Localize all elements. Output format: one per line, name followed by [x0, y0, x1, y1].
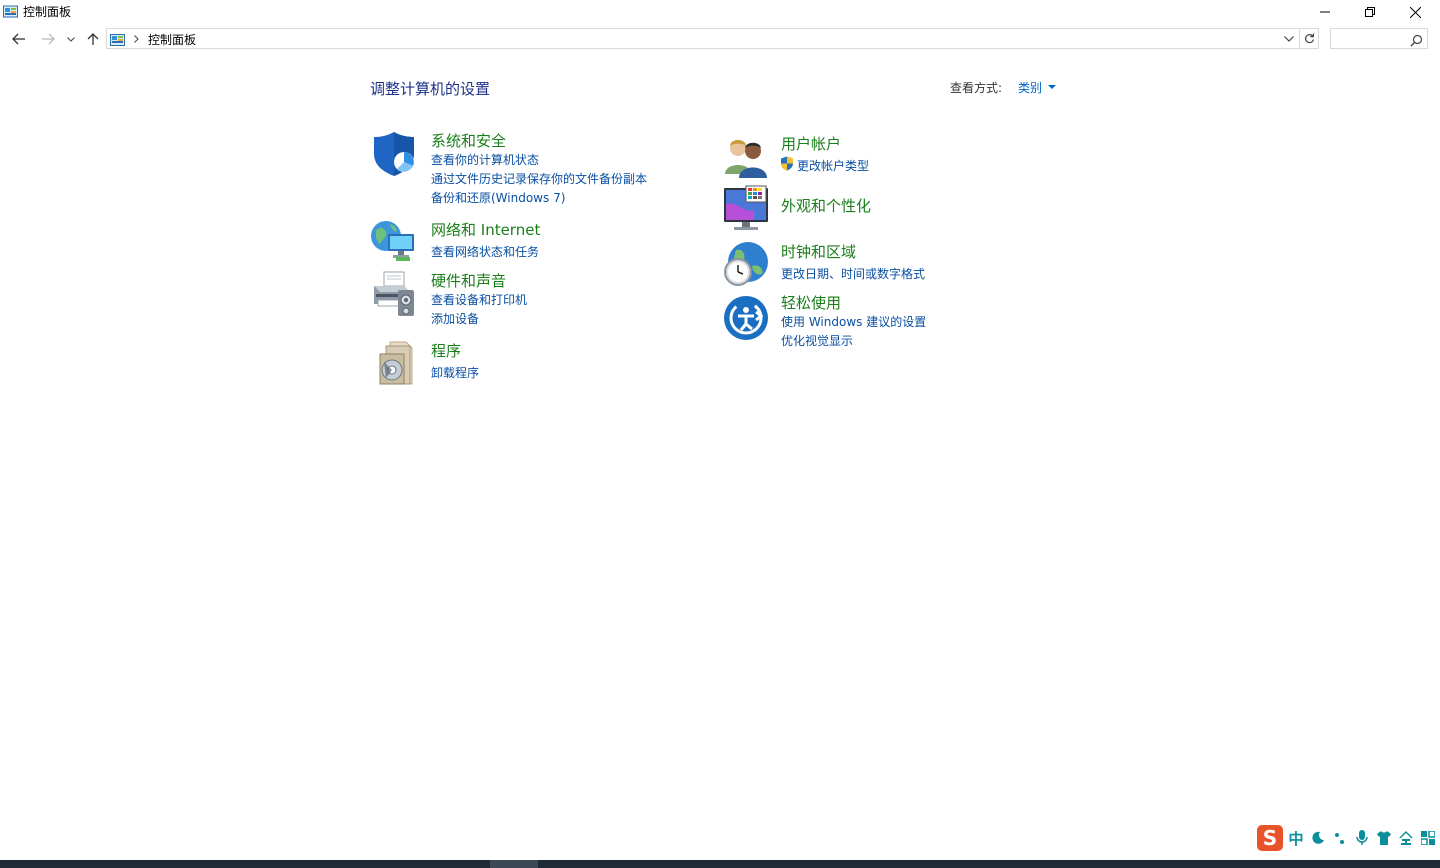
- users-icon[interactable]: [722, 132, 770, 180]
- link-change-account-type[interactable]: 更改帐户类型: [797, 157, 869, 174]
- taskbar-active-app[interactable]: [490, 860, 538, 868]
- category-title-clock-region[interactable]: 时钟和区域: [781, 241, 856, 262]
- category-title-hardware-sound[interactable]: 硬件和声音: [431, 270, 506, 291]
- breadcrumb-control-panel[interactable]: 控制面板: [148, 31, 196, 48]
- view-by-label: 查看方式:: [950, 81, 1003, 95]
- up-button[interactable]: [83, 30, 103, 48]
- taskbar: [0, 860, 1440, 868]
- title-bar: 控制面板: [0, 0, 1440, 24]
- chevron-down-icon: [1284, 36, 1294, 42]
- navigation-bar: 控制面板: [0, 26, 1440, 52]
- link-file-history[interactable]: 通过文件历史记录保存你的文件备份副本: [431, 170, 647, 187]
- ime-mode-chinese[interactable]: 中: [1287, 827, 1305, 849]
- moon-icon[interactable]: [1309, 827, 1327, 849]
- category-title-ease-of-access[interactable]: 轻松使用: [781, 292, 841, 313]
- programs-icon[interactable]: [372, 340, 420, 388]
- link-windows-recommended-settings[interactable]: 使用 Windows 建议的设置: [781, 313, 926, 330]
- search-icon[interactable]: [1410, 32, 1423, 47]
- category-title-user-accounts[interactable]: 用户帐户: [781, 133, 841, 154]
- page-title: 调整计算机的设置: [370, 80, 491, 98]
- caret-down-icon[interactable]: [1048, 85, 1056, 89]
- arrow-up-icon: [87, 33, 99, 45]
- address-dropdown-button[interactable]: [1283, 32, 1295, 46]
- category-title-system-security[interactable]: 系统和安全: [431, 130, 506, 151]
- link-optimize-visual-display[interactable]: 优化视觉显示: [781, 332, 853, 349]
- skin-shirt-icon[interactable]: [1375, 827, 1393, 849]
- restore-icon: [1364, 7, 1375, 17]
- link-change-date-time-format[interactable]: 更改日期、时间或数字格式: [781, 265, 925, 282]
- ime-toolbar: S 中: [1255, 824, 1440, 852]
- uac-shield-icon: [780, 156, 794, 171]
- punctuation-icon[interactable]: [1331, 827, 1349, 849]
- chevron-down-icon: [67, 36, 75, 42]
- monitor-icon[interactable]: [722, 184, 770, 232]
- link-network-status[interactable]: 查看网络状态和任务: [431, 243, 539, 260]
- ease-of-access-icon[interactable]: [722, 294, 770, 342]
- link-uninstall-program[interactable]: 卸载程序: [431, 364, 479, 381]
- minimize-button[interactable]: [1302, 0, 1347, 24]
- address-bar[interactable]: 控制面板: [106, 28, 1300, 49]
- link-add-device[interactable]: 添加设备: [431, 310, 479, 327]
- arrow-left-icon: [12, 33, 25, 45]
- clock-globe-icon[interactable]: [722, 240, 770, 288]
- sogou-logo-icon[interactable]: S: [1257, 825, 1283, 851]
- control-panel-icon: [3, 4, 18, 18]
- network-icon[interactable]: [370, 216, 418, 264]
- chevron-right-icon[interactable]: [131, 31, 141, 46]
- toolbox-grid-icon[interactable]: [1419, 827, 1437, 849]
- search-box[interactable]: [1330, 28, 1428, 49]
- minimize-icon: [1319, 11, 1330, 13]
- search-input[interactable]: [1333, 30, 1409, 48]
- close-button[interactable]: [1393, 0, 1438, 24]
- printer-icon[interactable]: [370, 270, 418, 318]
- category-title-programs[interactable]: 程序: [431, 340, 461, 361]
- view-by-dropdown[interactable]: 类别: [1018, 79, 1042, 96]
- recent-locations-button[interactable]: [63, 30, 79, 48]
- refresh-button[interactable]: [1300, 28, 1319, 49]
- category-title-network-internet[interactable]: 网络和 Internet: [431, 219, 540, 240]
- arrow-right-icon: [42, 33, 55, 45]
- back-button[interactable]: [9, 30, 29, 48]
- category-title-appearance[interactable]: 外观和个性化: [781, 195, 871, 216]
- fullwidth-icon[interactable]: [1397, 827, 1415, 849]
- link-backup-restore[interactable]: 备份和还原(Windows 7): [431, 189, 565, 206]
- refresh-icon: [1304, 33, 1314, 44]
- close-icon: [1410, 6, 1421, 18]
- restore-button[interactable]: [1347, 0, 1392, 24]
- microphone-icon[interactable]: [1353, 827, 1371, 849]
- window-title: 控制面板: [23, 5, 72, 19]
- shield-icon[interactable]: [370, 130, 418, 178]
- forward-button[interactable]: [38, 30, 58, 48]
- link-devices-printers[interactable]: 查看设备和打印机: [431, 291, 527, 308]
- link-view-computer-status[interactable]: 查看你的计算机状态: [431, 151, 539, 168]
- control-panel-icon: [110, 32, 125, 46]
